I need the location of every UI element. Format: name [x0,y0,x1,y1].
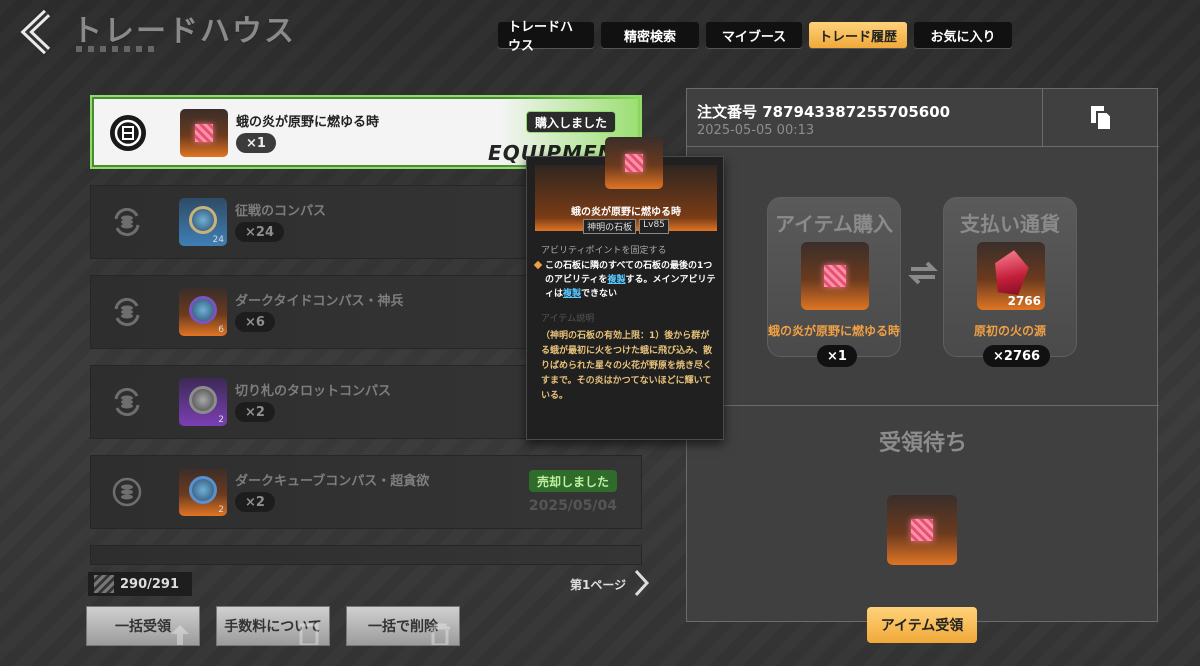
compass-icon [189,385,217,414]
exchange-icon [109,294,145,330]
stone-slab-icon [195,124,213,142]
status-badge: 購入しました [525,111,616,133]
crystal-icon [991,248,1031,296]
item-thumbnail: 2 [179,378,227,426]
ability-text-part: できない [581,289,618,299]
exchange-icon [109,384,145,420]
tooltip-tags: 神明の石板 Lv85 [535,219,717,234]
tab-advanced-search[interactable]: 精密検索 [601,22,699,48]
back-button[interactable] [14,6,60,58]
purchase-item-thumbnail[interactable] [801,242,869,310]
currency-name: 原初の火の源 [973,324,1046,338]
trash-icon [430,623,450,645]
stone-slab-icon [625,154,643,172]
tab-trade-history[interactable]: トレード履歴 [809,22,907,48]
ability-link[interactable]: 複製 [607,275,625,285]
tooltip-description-header: アイテム説明 [541,314,595,324]
item-thumbnail: 24 [179,198,227,246]
counter-icon [94,575,114,593]
next-page-arrow-icon[interactable] [632,568,650,598]
tooltip-description: （神明の石板の有効上限：1）後から群がる蛾が最初に火をつけた蛾に飛び込み、散りば… [541,331,713,401]
thumbnail-count: 24 [212,235,224,245]
page-title: トレードハウス [72,14,296,49]
stone-slab-icon [911,519,933,541]
stone-slab-icon [824,265,846,287]
coins-icon [109,474,145,510]
tooltip-header: 蛾の炎が原野に燃ゆる時 神明の石板 Lv85 [535,137,717,234]
purchase-item-name: 蛾の炎が原野に燃ゆる時 [768,324,901,338]
list-item[interactable] [90,545,642,565]
tooltip-ability-text: この石板に隣のすべての石板の最後の1つのアビリティを複製する。メインアビリティは… [533,259,717,301]
thumbnail-count: 2 [218,505,224,515]
order-header: 注文番号 787943387255705600 2025-05-05 00:13 [687,89,1043,147]
thumbnail-count: 2 [218,415,224,425]
currency-title: 支払い通貨 [960,212,1060,236]
bulk-delete-button[interactable]: 一括で削除 [346,606,460,646]
compass-icon [189,295,217,324]
bulk-receive-label: 一括受領 [115,619,171,635]
tab-favorites[interactable]: お気に入り [914,22,1012,48]
bulk-receive-button[interactable]: 一括受領 [86,606,200,646]
pending-label: 受領待ち [878,431,967,456]
order-date: 2025-05-05 00:13 [697,123,815,138]
header: トレードハウス トレードハウス 精密検索 マイブース トレード履歴 お気に入り [0,0,1200,64]
currency-amount: 2766 [1007,294,1041,308]
currency-thumbnail[interactable]: 2766 [977,242,1045,310]
pending-item-thumbnail[interactable] [887,495,957,565]
list-counter: 290/291 [88,572,192,596]
item-quantity: ×6 [235,312,275,332]
purchase-quantity: ×1 [817,345,857,367]
copy-button[interactable] [1043,89,1159,147]
tooltip-item-name: 蛾の炎が原野に燃ゆる時 [571,207,681,218]
order-detail-panel: 注文番号 787943387255705600 2025-05-05 00:13… [686,88,1159,643]
tooltip-item-thumbnail [605,137,663,189]
purchase-item-card: アイテム購入 蛾の炎が原野に燃ゆる時 [767,197,901,357]
item-quantity: ×2 [235,402,275,422]
thumbnail-count: 6 [218,325,224,335]
tooltip-ability-header: アビリティポイントを固定する [541,246,667,256]
tooltip-level-tag: Lv85 [639,219,669,234]
item-date: 2025/05/04 [528,498,617,514]
compass-icon [189,205,217,234]
item-name: ダークタイドコンパス・神兵 [235,294,404,309]
status-badge: 売却しました [528,470,617,492]
divider [687,405,1159,406]
compass-icon [189,475,217,504]
item-quantity: ×2 [235,492,275,512]
currency-quantity: ×2766 [983,345,1051,367]
item-name: ダークキューブコンパス・超貪欲 [235,474,430,489]
item-quantity: ×1 [236,133,276,153]
page-indicator: 第1ページ [570,578,627,592]
tab-trade-house[interactable]: トレードハウス [498,20,594,54]
order-number: 注文番号 787943387255705600 [697,103,951,121]
counter-value: 290/291 [120,576,180,592]
item-thumbnail: 6 [179,288,227,336]
item-thumbnail: 2 [179,468,227,516]
back-arrow-icon [20,9,51,55]
item-thumbnail [180,109,228,157]
fee-info-button[interactable]: 手数料について [216,606,330,646]
document-icon [299,623,319,645]
payment-currency-card: 支払い通貨 2766 原初の火の源 [943,197,1077,357]
receive-item-button[interactable]: アイテム受領 [867,607,977,643]
bullet-icon [533,260,543,270]
item-name: 蛾の炎が原野に燃ゆる時 [236,115,380,130]
title-decoration [76,46,156,52]
tooltip-type-tag: 神明の石板 [583,219,637,234]
exchange-icon [109,204,145,240]
item-name: 切り札のタロットコンパス [235,384,392,399]
ability-link[interactable]: 複製 [563,289,581,299]
exchange-arrows-icon [908,261,938,285]
tab-bar: トレードハウス 精密検索 マイブース トレード履歴 お気に入り [498,20,1012,54]
item-name: 征戦のコンパス [235,204,327,219]
copy-icon [1091,105,1112,131]
list-item[interactable]: 2 ダークキューブコンパス・超貪欲 ×2 売却しました 2025/05/04 [90,455,642,529]
item-tooltip: 蛾の炎が原野に燃ゆる時 神明の石板 Lv85 アビリティポイントを固定する この… [526,137,724,440]
upload-icon [171,625,189,645]
item-quantity: ×24 [235,222,284,242]
buy-type-icon [110,115,146,151]
tab-my-booth[interactable]: マイブース [706,22,802,48]
purchase-title: アイテム購入 [775,212,893,236]
